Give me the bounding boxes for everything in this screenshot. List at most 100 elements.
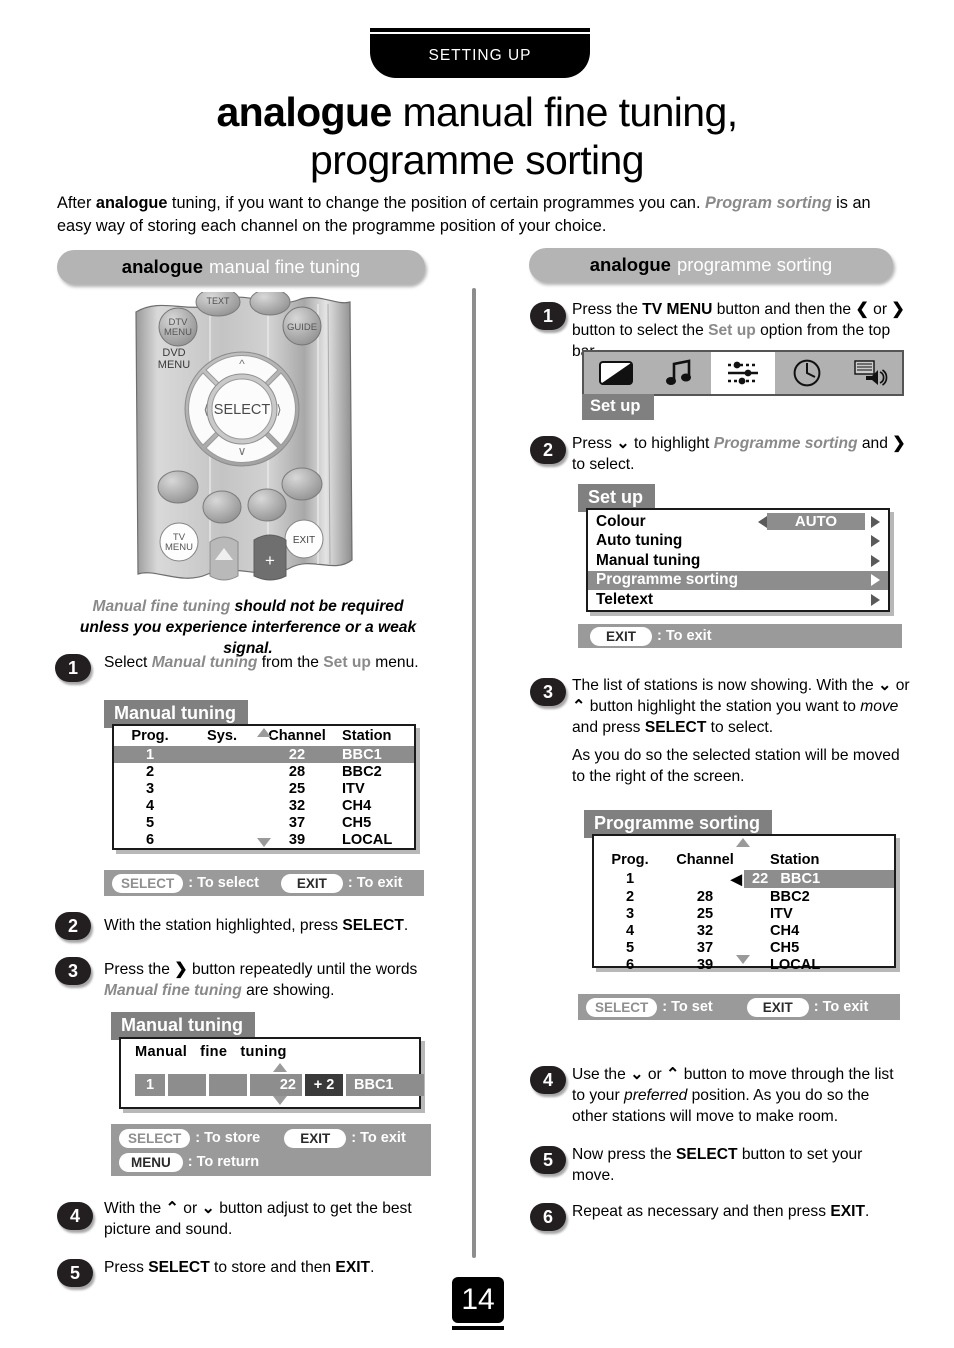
select-key-3[interactable]: SELECT — [586, 997, 658, 1017]
fine-tuning-cell[interactable]: BBC1 — [346, 1074, 424, 1096]
cell-channel: 22 — [258, 746, 336, 763]
l1c: menu. — [370, 654, 419, 671]
col-prog-2: Prog. — [611, 852, 649, 868]
left-step-5-text: Press SELECT to store and then EXIT. — [104, 1257, 434, 1278]
scroll-down-arrow[interactable] — [257, 838, 271, 847]
icon-teletext-speaker[interactable] — [838, 352, 902, 394]
col-station: Station — [342, 728, 392, 744]
exit-key[interactable]: EXIT — [280, 873, 343, 893]
page-title-bold: analogue — [216, 89, 392, 135]
fine-tuning-cell[interactable] — [209, 1074, 247, 1096]
setup-menu-item[interactable]: Colour AUTO — [588, 512, 888, 532]
right-step-4-text: Use the ⌄ or ⌃ button to move through th… — [572, 1064, 908, 1127]
chevron-right-icon[interactable] — [871, 593, 880, 606]
cell-station: BBC1 — [336, 746, 414, 763]
setup-menu-item-label: Auto tuning — [596, 532, 683, 550]
setup-menu-item[interactable]: Auto tuning — [588, 532, 888, 552]
left-arrow-glyph: ❮ — [855, 301, 869, 318]
icon-setup-sliders[interactable] — [711, 352, 775, 394]
table-row[interactable]: 3 25 ITV — [114, 780, 414, 797]
cell-station: ITV — [342, 780, 365, 797]
fine-tuning-osd-title: Manual tuning — [111, 1012, 255, 1040]
right-step-3-para2: As you do so the selected station will b… — [572, 747, 900, 785]
col-channel-2: Channel — [676, 852, 734, 868]
select-key-2[interactable]: SELECT — [119, 1128, 191, 1148]
table-row[interactable]: 1 ◀ 22 BBC1 — [594, 870, 894, 888]
sorting-down-arrow[interactable] — [736, 955, 750, 964]
sorting-up-arrow[interactable] — [736, 838, 750, 847]
cell-prog: 4 — [625, 922, 635, 939]
setup-active-label: Set up — [582, 394, 655, 420]
table-row[interactable]: 2 28 BBC2 — [114, 763, 414, 780]
value-left-arrow[interactable] — [758, 515, 767, 528]
select-key[interactable]: SELECT — [112, 873, 184, 893]
l1a: Select — [104, 654, 152, 671]
page-number-rule — [452, 1326, 504, 1330]
select-action: : To select — [188, 875, 259, 891]
fine-tune-up-arrow[interactable] — [273, 1063, 287, 1072]
page-title-rest: manual fine tuning, — [391, 89, 738, 135]
right-step-6-text: Repeat as necessary and then press EXIT. — [572, 1201, 908, 1222]
fine-tune-down-arrow[interactable] — [273, 1096, 287, 1105]
chevron-right-icon[interactable] — [871, 535, 880, 548]
section-header-manual-fine-tuning: analogue manual fine tuning — [57, 250, 425, 284]
down-arrow-glyph-4: ⌄ — [630, 1066, 644, 1083]
table-row[interactable]: 1 22 BBC1 — [114, 746, 414, 763]
chevron-right-icon[interactable] — [871, 554, 880, 567]
cell-prog: 1 — [114, 746, 186, 763]
right-step-2-text: Press ⌄ to highlight Programme sorting a… — [572, 433, 908, 475]
table-row[interactable]: 3 25 ITV — [594, 905, 894, 922]
table-row[interactable]: 4 32 CH4 — [114, 797, 414, 814]
page-title-line2: programme sorting — [310, 137, 644, 183]
svg-text:SELECT: SELECT — [214, 402, 271, 418]
cell-channel: 39 — [696, 956, 714, 973]
menu-key[interactable]: MENU — [119, 1152, 183, 1172]
col-prog: Prog. — [131, 728, 169, 744]
setup-menu-item[interactable]: Teletext — [588, 590, 888, 610]
setup-menu-item[interactable]: Manual tuning — [588, 551, 888, 571]
fine-tuning-cell[interactable] — [168, 1074, 206, 1096]
cell-selected-station: 22 BBC1 — [744, 870, 894, 888]
cell-station: ITV — [770, 905, 793, 922]
chevron-right-icon[interactable] — [871, 574, 880, 587]
icon-timer-clock[interactable] — [775, 352, 839, 394]
cell-station: CH4 — [342, 797, 372, 814]
fine-tuning-cell[interactable]: + 2 — [305, 1074, 343, 1096]
scroll-up-arrow[interactable] — [257, 728, 271, 737]
exit-key-3[interactable]: EXIT — [590, 626, 653, 646]
l3b: button repeatedly until the words — [187, 961, 418, 978]
column-divider — [472, 288, 476, 1258]
r1or: or — [868, 301, 892, 318]
section-right-rest: programme sorting — [676, 254, 833, 275]
r3bold: SELECT — [644, 719, 707, 736]
exit-action-4: : To exit — [813, 999, 869, 1015]
r4a: Use the — [572, 1066, 631, 1083]
svg-text:EXIT: EXIT — [293, 535, 315, 546]
exit-key-4[interactable]: EXIT — [746, 997, 809, 1017]
table-row[interactable]: 2 28 BBC2 — [594, 888, 894, 905]
table-row[interactable]: 5 37 CH5 — [594, 939, 894, 956]
l2b: SELECT — [342, 917, 404, 934]
exit-action-2: : To exit — [351, 1130, 406, 1146]
left-step-5-badge: 5 — [57, 1259, 93, 1287]
intro-c: tuning, if you want to change the positi… — [167, 194, 705, 212]
l5b: SELECT — [148, 1259, 210, 1276]
chevron-right-icon[interactable] — [871, 515, 880, 528]
setup-menu-item[interactable]: Programme sorting — [588, 570, 888, 590]
svg-text:MENU: MENU — [164, 327, 192, 338]
r6c: . — [865, 1203, 870, 1220]
remote-svg: TEXT DTV MENU DVD MENU GUIDE SELECT ^ ∨ … — [135, 287, 353, 581]
r3b: button highlight the station you want to — [585, 698, 861, 715]
icon-picture-contrast[interactable] — [584, 352, 648, 394]
exit-key-2[interactable]: EXIT — [284, 1128, 347, 1148]
fine-tuning-cell[interactable]: 22 — [250, 1074, 302, 1096]
page-number: 14 — [452, 1277, 504, 1323]
cell-station: CH4 — [770, 922, 800, 939]
table-row[interactable]: 5 37 CH5 — [114, 814, 414, 831]
cell-station: BBC2 — [342, 763, 382, 780]
fine-tuning-cell[interactable]: 1 — [135, 1074, 165, 1096]
r2c: and — [857, 435, 893, 452]
table-row[interactable]: 4 32 CH4 — [594, 922, 894, 939]
icon-sound-note[interactable] — [648, 352, 712, 394]
cell-sys — [186, 831, 258, 848]
